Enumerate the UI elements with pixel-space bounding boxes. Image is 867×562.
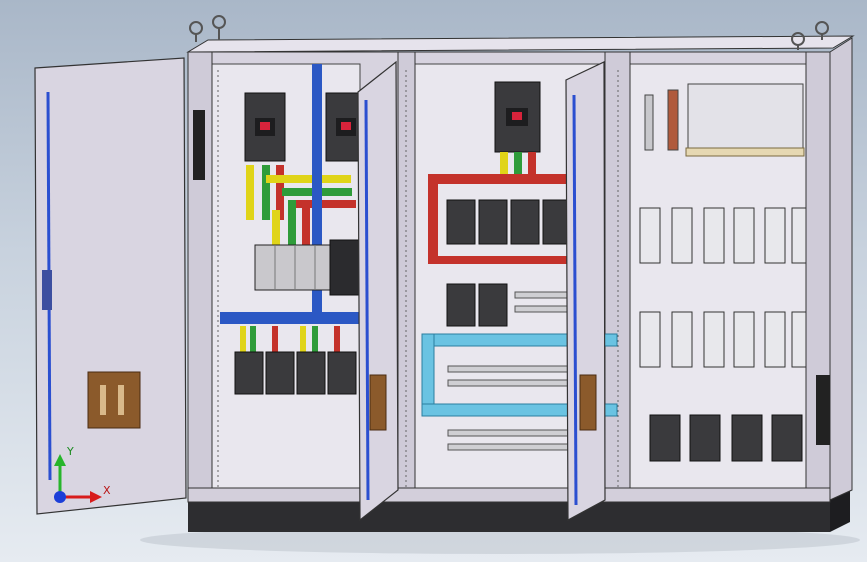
mcb[interactable] <box>733 207 755 264</box>
vent-grille <box>193 110 205 180</box>
feeder-breaker[interactable] <box>446 283 476 327</box>
feeder-breaker[interactable] <box>478 283 508 327</box>
door-handle[interactable] <box>42 270 52 310</box>
feeder-breaker[interactable] <box>649 414 681 462</box>
mcb[interactable] <box>703 207 725 264</box>
feeder-breaker[interactable] <box>446 199 476 245</box>
door-3[interactable] <box>565 61 606 522</box>
mcb[interactable] <box>671 311 693 368</box>
vent-grille <box>816 375 830 445</box>
gland-plate <box>187 487 831 503</box>
feeder-breaker[interactable] <box>296 351 326 395</box>
door-stiffener <box>572 94 578 506</box>
cabinet-3d-model[interactable]: Y X <box>0 0 867 562</box>
transfer-switch[interactable] <box>254 239 363 296</box>
neutral-bar <box>220 312 360 324</box>
mcb[interactable] <box>639 311 661 368</box>
mcb[interactable] <box>791 311 807 368</box>
feeder-breaker[interactable] <box>478 199 508 245</box>
left-door[interactable] <box>34 57 187 515</box>
feeder-breaker[interactable] <box>510 199 540 245</box>
door-stiffener <box>364 99 370 501</box>
door-pocket[interactable] <box>87 371 141 429</box>
z-axis-dot <box>54 491 66 503</box>
feeder-breaker[interactable] <box>265 351 295 395</box>
feeder-breaker[interactable] <box>327 351 357 395</box>
x-axis-label: X <box>103 484 111 497</box>
mcb[interactable] <box>791 207 807 264</box>
y-axis-label: Y <box>66 445 74 458</box>
main-breaker[interactable] <box>244 92 286 162</box>
cabinet-plinth <box>188 500 830 532</box>
mcb[interactable] <box>703 311 725 368</box>
mcb[interactable] <box>639 207 661 264</box>
cabinet-roof <box>186 35 855 53</box>
door-2[interactable] <box>357 60 399 522</box>
feeder-breaker[interactable] <box>731 414 763 462</box>
door-pocket[interactable] <box>369 374 387 431</box>
mcb[interactable] <box>733 311 755 368</box>
mcb[interactable] <box>764 207 786 264</box>
mcb[interactable] <box>764 311 786 368</box>
din-rail-top <box>644 83 805 157</box>
main-breaker[interactable] <box>494 81 541 153</box>
feeder-breaker[interactable] <box>771 414 803 462</box>
door-pocket[interactable] <box>579 374 597 431</box>
cad-viewport[interactable]: Y X <box>0 0 867 562</box>
cabinet-side <box>829 37 853 501</box>
mcb[interactable] <box>671 207 693 264</box>
feeder-breaker[interactable] <box>689 414 721 462</box>
feeder-breaker[interactable] <box>234 351 264 395</box>
